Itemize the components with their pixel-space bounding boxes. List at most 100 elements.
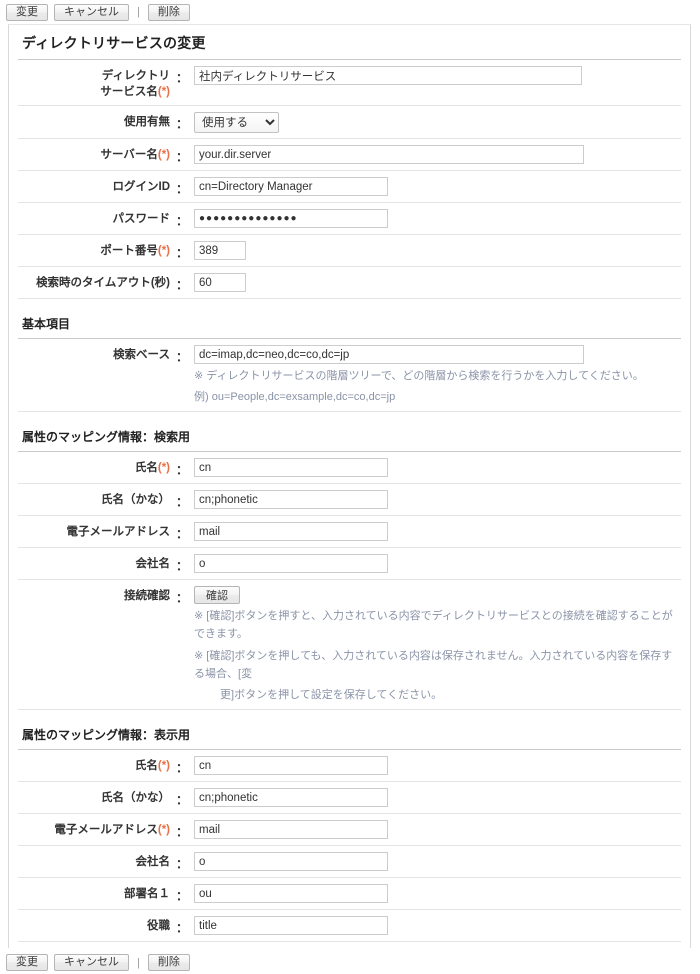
label-display-name-kana: 氏名（かな） bbox=[101, 792, 170, 805]
row-display-position: 役職 ： bbox=[18, 910, 681, 943]
directory-service-name-input[interactable] bbox=[194, 66, 583, 85]
colon-display-name: ： bbox=[176, 761, 189, 776]
required-marker: (*) bbox=[157, 149, 170, 162]
server-name-input[interactable] bbox=[194, 145, 585, 165]
change-button-top[interactable]: 変更 bbox=[6, 3, 48, 21]
label-password: パスワード bbox=[112, 213, 171, 226]
bottom-toolbar: 変更 キャンセル | 削除 bbox=[0, 950, 700, 974]
label-search-name-kana: 氏名（かな） bbox=[101, 494, 170, 507]
colon-connection-check: ： bbox=[176, 591, 189, 606]
page-title: ディレクトリサービスの変更 bbox=[18, 33, 681, 60]
section-title-mapping-display: 属性のマッピング情報：表示用 bbox=[18, 726, 681, 751]
label-search-name: 氏名(*) bbox=[134, 462, 170, 475]
row-display-phone: 電話番号 ： bbox=[18, 942, 681, 948]
colon-search-name: ： bbox=[176, 463, 189, 478]
section-title-mapping-search: 属性のマッピング情報：検索用 bbox=[18, 428, 681, 453]
toolbar-separator-top: | bbox=[137, 6, 140, 18]
search-email-input[interactable] bbox=[194, 522, 389, 542]
row-enabled: 使用有無 ： 使用する使用しない bbox=[18, 106, 681, 140]
password-input[interactable] bbox=[194, 209, 389, 229]
display-position-input[interactable] bbox=[194, 916, 389, 936]
row-search-email: 電子メールアドレス ： bbox=[18, 516, 681, 549]
row-search-base: 検索ベース ： ※ ディレクトリサービスの階層ツリーで、どの階層から検索を行うか… bbox=[18, 339, 681, 413]
colon-display-company: ： bbox=[176, 857, 189, 872]
colon-display-phone: ： bbox=[170, 947, 194, 948]
search-base-input[interactable] bbox=[194, 345, 585, 365]
change-button-bottom[interactable]: 変更 bbox=[6, 954, 48, 971]
delete-button-bottom[interactable]: 削除 bbox=[147, 954, 190, 971]
colon-search-base: ： bbox=[176, 350, 189, 365]
search-name-input[interactable] bbox=[194, 458, 389, 478]
login-id-input[interactable] bbox=[194, 177, 389, 197]
row-display-email: 電子メールアドレス(*) ： bbox=[18, 814, 681, 847]
row-connection-check: 接続確認 ： 確認 ※ [確認]ボタンを押すと、入力されている内容でディレクトリ… bbox=[18, 580, 681, 711]
label-display-name: 氏名(*) bbox=[134, 760, 170, 773]
display-department1-input[interactable] bbox=[194, 884, 389, 904]
colon-port: ： bbox=[176, 246, 189, 261]
label-search-email: 電子メールアドレス bbox=[66, 526, 171, 539]
delete-button-top[interactable]: 削除 bbox=[147, 3, 190, 21]
connection-check-note-3: 更]ボタンを押して設定を保存してください。 bbox=[220, 688, 443, 701]
row-server-name: サーバー名(*) ： bbox=[18, 139, 681, 172]
search-base-note-2: 例) ou=People,dc=exsample,dc=co,dc=jp bbox=[194, 391, 396, 404]
top-toolbar: 変更 キャンセル | 削除 bbox=[0, 0, 700, 22]
label-display-position: 役職 bbox=[147, 920, 170, 933]
label-display-email: 電子メールアドレス(*) bbox=[54, 824, 170, 837]
row-display-department1: 部署名１ ： bbox=[18, 878, 681, 911]
required-marker: (*) bbox=[157, 85, 170, 98]
colon-password: ： bbox=[176, 214, 189, 229]
colon-directory-service-name: ： bbox=[176, 71, 189, 85]
connection-check-button[interactable]: 確認 bbox=[194, 586, 241, 605]
connection-check-note-1: ※ [確認]ボタンを押すと、入力されている内容でディレクトリサービスとの接続を確… bbox=[194, 610, 673, 641]
label-timeout: 検索時のタイムアウト(秒) bbox=[36, 277, 170, 290]
label-server-name: サーバー名(*) bbox=[100, 149, 170, 162]
colon-display-email: ： bbox=[176, 825, 189, 840]
row-port: ポート番号(*) ： bbox=[18, 235, 681, 268]
display-company-input[interactable] bbox=[194, 852, 389, 872]
label-directory-service-name: ディレクトリ サービス名(*) bbox=[18, 65, 170, 100]
cancel-button-top[interactable]: キャンセル bbox=[54, 3, 129, 21]
row-password: パスワード ： bbox=[18, 203, 681, 236]
required-marker: (*) bbox=[157, 245, 170, 258]
row-search-name-kana: 氏名（かな） ： bbox=[18, 484, 681, 517]
row-timeout: 検索時のタイムアウト(秒) ： bbox=[18, 267, 681, 300]
search-company-input[interactable] bbox=[194, 554, 389, 574]
row-directory-service-name: ディレクトリ サービス名(*) ： bbox=[18, 60, 681, 107]
row-search-name: 氏名(*) ： bbox=[18, 452, 681, 485]
row-display-name: 氏名(*) ： bbox=[18, 750, 681, 783]
cancel-button-bottom[interactable]: キャンセル bbox=[54, 954, 129, 971]
label-search-company: 会社名 bbox=[135, 558, 171, 571]
colon-enabled: ： bbox=[176, 117, 189, 132]
label-display-phone: 電話番号 bbox=[18, 947, 170, 948]
toolbar-separator-bottom: | bbox=[137, 956, 140, 969]
display-name-input[interactable] bbox=[194, 756, 389, 776]
port-input[interactable] bbox=[194, 241, 247, 261]
connection-check-note-2: ※ [確認]ボタンを押しても、入力されている内容は保存されません。入力されている… bbox=[194, 649, 673, 680]
display-name-kana-input[interactable] bbox=[194, 788, 389, 808]
required-marker: (*) bbox=[157, 824, 170, 837]
required-marker: (*) bbox=[157, 760, 170, 773]
required-marker: (*) bbox=[157, 462, 170, 475]
colon-display-name-kana: ： bbox=[176, 793, 189, 808]
display-email-input[interactable] bbox=[194, 820, 389, 840]
label-display-department1: 部署名１ bbox=[124, 888, 170, 901]
search-base-note-1: ※ ディレクトリサービスの階層ツリーで、どの階層から検索を行うかを入力してくださ… bbox=[194, 370, 644, 383]
label-port: ポート番号(*) bbox=[100, 245, 170, 258]
colon-search-company: ： bbox=[176, 559, 189, 574]
row-display-company: 会社名 ： bbox=[18, 846, 681, 879]
enabled-select[interactable]: 使用する使用しない bbox=[194, 112, 280, 134]
colon-login-id: ： bbox=[176, 182, 189, 197]
timeout-input[interactable] bbox=[194, 273, 247, 293]
label-directory-service-name-line2: サービス名(*) bbox=[100, 85, 170, 98]
label-login-id: ログインID bbox=[112, 181, 171, 194]
colon-search-name-kana: ： bbox=[176, 495, 189, 510]
label-directory-service-name-line1: ディレクトリ bbox=[101, 70, 170, 82]
search-name-kana-input[interactable] bbox=[194, 490, 389, 510]
label-connection-check: 接続確認 bbox=[124, 590, 170, 603]
label-enabled: 使用有無 bbox=[124, 116, 170, 129]
section-title-basic: 基本項目 bbox=[18, 315, 681, 340]
colon-search-email: ： bbox=[176, 527, 189, 542]
colon-display-position: ： bbox=[176, 921, 189, 936]
label-display-company: 会社名 bbox=[135, 856, 171, 869]
row-search-company: 会社名 ： bbox=[18, 548, 681, 581]
